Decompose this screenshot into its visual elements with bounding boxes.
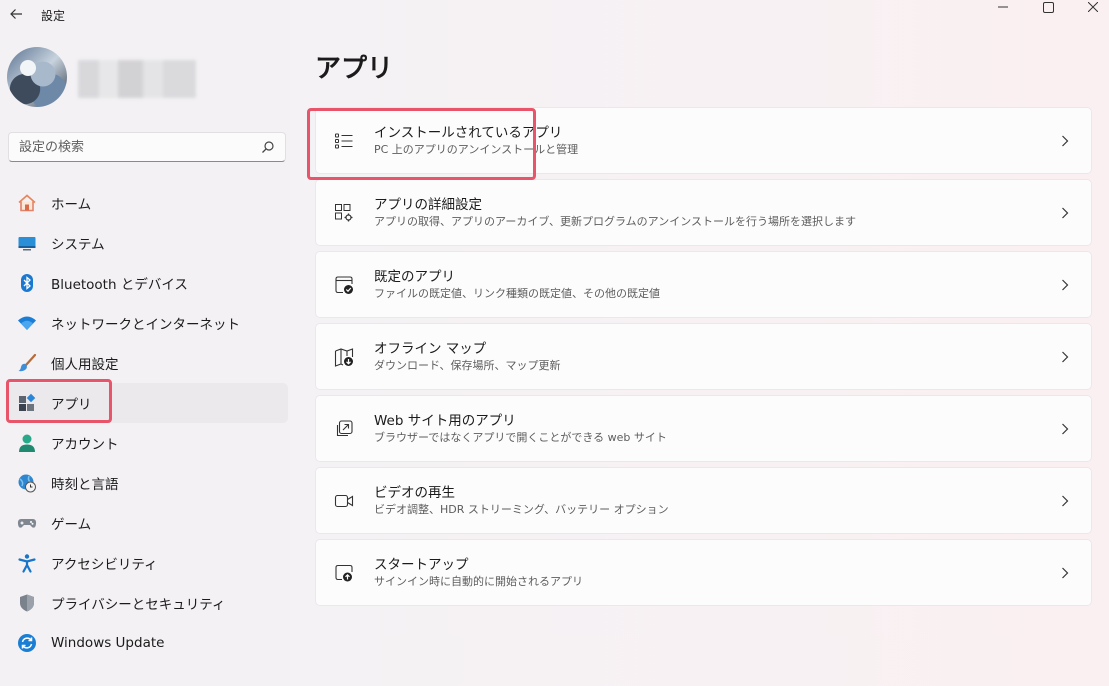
close-icon [1088, 2, 1098, 12]
avatar[interactable] [7, 47, 67, 107]
card-startup[interactable]: スタートアップ サインイン時に自動的に開始されるアプリ [315, 539, 1092, 606]
sidebar-item-label: ネットワークとインターネット [51, 317, 240, 333]
sidebar: ホーム システム Bluetooth とデバイス [0, 30, 296, 686]
card-offline-maps[interactable]: オフライン マップ ダウンロード、保存場所、マップ更新 [315, 323, 1092, 390]
apps-icon [16, 392, 38, 414]
sidebar-item-gaming[interactable]: ゲーム [6, 503, 288, 543]
user-name-blurred [78, 60, 196, 98]
card-subtitle: ダウンロード、保存場所、マップ更新 [374, 358, 561, 372]
app-gear-icon [333, 202, 355, 224]
sidebar-item-label: アクセシビリティ [51, 557, 158, 573]
refresh-icon [16, 632, 38, 654]
wifi-icon [16, 312, 38, 334]
sidebar-item-accessibility[interactable]: アクセシビリティ [6, 543, 288, 583]
card-subtitle: サインイン時に自動的に開始されるアプリ [374, 574, 583, 588]
sidebar-item-label: ゲーム [51, 517, 92, 533]
account-icon [16, 432, 38, 454]
card-subtitle: ブラウザーではなくアプリで開くことができる web サイト [374, 430, 667, 444]
card-title: インストールされているアプリ [374, 124, 563, 141]
search-icon[interactable] [261, 140, 275, 154]
sidebar-item-personalization[interactable]: 個人用設定 [6, 343, 288, 383]
maximize-button[interactable] [1025, 0, 1071, 14]
accessibility-icon [16, 552, 38, 574]
close-button[interactable] [1070, 0, 1109, 14]
card-installed-apps[interactable]: インストールされているアプリ PC 上のアプリのアンインストールと管理 [315, 107, 1092, 174]
sidebar-item-label: Bluetooth とデバイス [51, 277, 188, 293]
card-video-playback[interactable]: ビデオの再生 ビデオ調整、HDR ストリーミング、バッテリー オプション [315, 467, 1092, 534]
gamepad-icon [16, 512, 38, 534]
list-icon [333, 130, 355, 152]
app-title: 設定 [41, 9, 66, 23]
sidebar-item-windows-update[interactable]: Windows Update [6, 623, 288, 663]
monitor-icon [16, 232, 38, 254]
video-icon [333, 490, 355, 512]
back-arrow-icon [10, 9, 22, 19]
card-subtitle: PC 上のアプリのアンインストールと管理 [374, 142, 579, 156]
sidebar-item-label: ホーム [51, 197, 92, 213]
open-external-icon [333, 418, 355, 440]
sidebar-item-label: Windows Update [51, 635, 165, 651]
minimize-icon [998, 6, 1008, 8]
home-icon [16, 192, 38, 214]
sidebar-item-time-language[interactable]: 時刻と言語 [6, 463, 288, 503]
sidebar-item-label: 時刻と言語 [51, 477, 119, 493]
nav-list: ホーム システム Bluetooth とデバイス ネットワークとインターネット … [6, 183, 288, 663]
title-bar: 設定 [0, 0, 1109, 30]
sidebar-item-apps[interactable]: アプリ [6, 383, 288, 423]
card-subtitle: アプリの取得、アプリのアーカイブ、更新プログラムのアンインストールを行う場所を選… [374, 214, 857, 228]
chevron-right-icon [1057, 133, 1073, 149]
startup-icon [333, 562, 355, 584]
chevron-right-icon [1057, 205, 1073, 221]
sidebar-item-system[interactable]: システム [6, 223, 288, 263]
search-input[interactable] [9, 133, 249, 161]
shield-icon [16, 592, 38, 614]
chevron-right-icon [1057, 565, 1073, 581]
map-download-icon [333, 346, 355, 368]
card-apps-for-websites[interactable]: Web サイト用のアプリ ブラウザーではなくアプリで開くことができる web サ… [315, 395, 1092, 462]
search-box[interactable] [8, 132, 286, 162]
sidebar-item-label: 個人用設定 [51, 357, 119, 373]
card-title: スタートアップ [374, 556, 469, 573]
back-button[interactable] [6, 4, 26, 24]
card-title: オフライン マップ [374, 340, 487, 357]
sidebar-item-label: システム [51, 237, 105, 253]
sidebar-item-label: アプリ [51, 397, 92, 413]
chevron-right-icon [1057, 349, 1073, 365]
sidebar-item-accounts[interactable]: アカウント [6, 423, 288, 463]
sidebar-item-privacy[interactable]: プライバシーとセキュリティ [6, 583, 288, 623]
card-default-apps[interactable]: 既定のアプリ ファイルの既定値、リンク種類の既定値、その他の既定値 [315, 251, 1092, 318]
page-title: アプリ [315, 54, 394, 84]
bluetooth-icon [16, 272, 38, 294]
brush-icon [16, 352, 38, 374]
sidebar-item-label: アカウント [51, 437, 119, 453]
maximize-icon [1042, 1, 1054, 13]
chevron-right-icon [1057, 493, 1073, 509]
sidebar-item-label: プライバシーとセキュリティ [51, 597, 226, 613]
sidebar-item-home[interactable]: ホーム [6, 183, 288, 223]
card-title: 既定のアプリ [374, 268, 455, 285]
card-subtitle: ビデオ調整、HDR ストリーミング、バッテリー オプション [374, 502, 669, 516]
card-subtitle: ファイルの既定値、リンク種類の既定値、その他の既定値 [374, 286, 660, 300]
globe-clock-icon [16, 472, 38, 494]
main-content: アプリ インストールされているアプリ PC 上のアプリのアンインストールと管理 [296, 30, 1109, 686]
card-title: ビデオの再生 [374, 484, 455, 501]
minimize-button[interactable] [980, 0, 1026, 14]
sidebar-item-network[interactable]: ネットワークとインターネット [6, 303, 288, 343]
card-title: アプリの詳細設定 [374, 196, 482, 213]
chevron-right-icon [1057, 277, 1073, 293]
default-app-icon [333, 274, 355, 296]
card-advanced-app-settings[interactable]: アプリの詳細設定 アプリの取得、アプリのアーカイブ、更新プログラムのアンインスト… [315, 179, 1092, 246]
sidebar-item-bluetooth[interactable]: Bluetooth とデバイス [6, 263, 288, 303]
card-title: Web サイト用のアプリ [374, 412, 516, 429]
chevron-right-icon [1057, 421, 1073, 437]
